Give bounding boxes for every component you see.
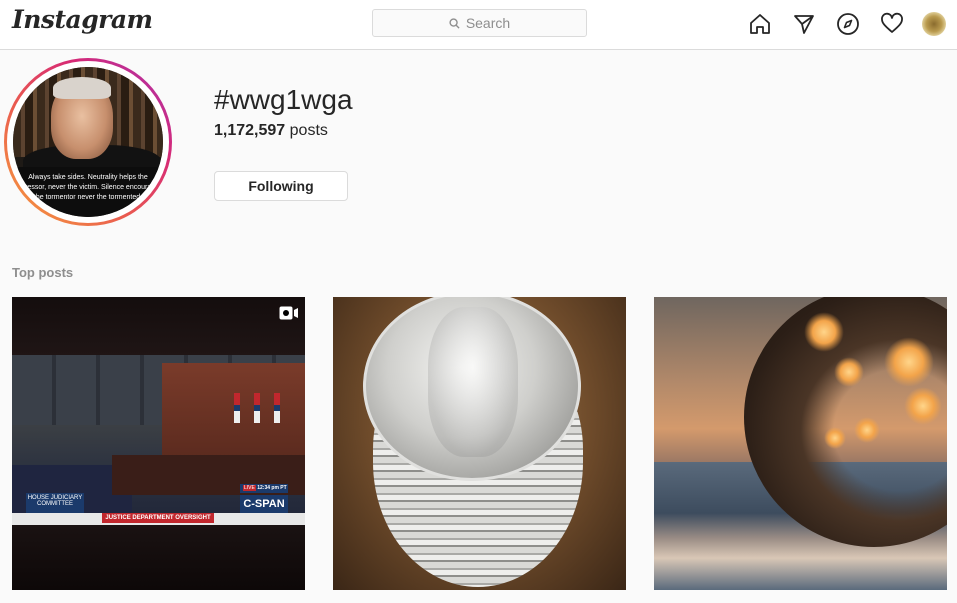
top-nav-bar: Instagram Search [0,0,957,50]
top-post-1[interactable]: HOUSE JUDICIARY COMMITTEE LIVE 12:34 pm … [12,297,305,590]
photo-quote-caption: Always take sides. Neutrality helps the … [13,167,163,217]
top-post-3[interactable] [654,297,947,590]
explore-compass-icon[interactable] [834,10,862,38]
search-input[interactable]: Search [372,9,587,37]
nav-icon-group [746,10,922,38]
top-posts-heading: Top posts [12,265,74,280]
portrait-photo: Always take sides. Neutrality helps the … [13,67,163,217]
committee-logo: HOUSE JUDICIARY COMMITTEE [26,493,84,513]
network-logo: C-SPAN [240,495,288,513]
video-camera-icon [279,306,298,320]
posts-count-label: posts [289,122,328,139]
following-button[interactable]: Following [214,171,348,201]
profile-avatar[interactable] [922,12,946,36]
top-post-2[interactable] [333,297,626,590]
direct-message-icon[interactable] [790,10,818,38]
posts-count: 1,172,597 posts [214,122,328,140]
hashtag-profile-picture: Always take sides. Neutrality helps the … [4,58,172,226]
lower-third-banner: JUSTICE DEPARTMENT OVERSIGHT [102,513,214,523]
posts-count-value: 1,172,597 [214,122,286,139]
hashtag-title: #wwg1wga [214,84,353,115]
instagram-logo[interactable]: Instagram [12,5,153,34]
search-placeholder: Search [465,15,511,31]
search-icon [449,17,460,29]
home-icon[interactable] [746,10,774,38]
activity-heart-icon[interactable] [878,10,906,38]
live-time-tag: LIVE 12:34 pm PT [240,484,288,493]
